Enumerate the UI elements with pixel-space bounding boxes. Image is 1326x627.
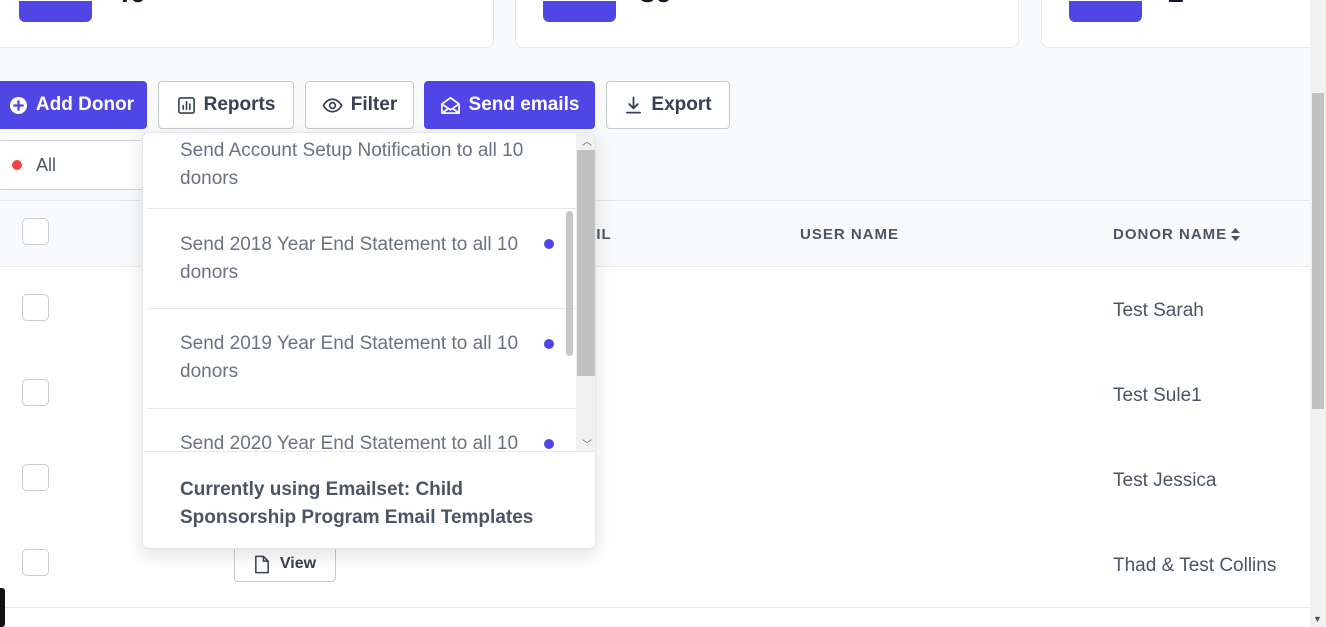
inner-scroll-indicator[interactable] bbox=[566, 211, 573, 356]
email-option[interactable]: Send Account Setup Notification to all 1… bbox=[147, 133, 576, 209]
reports-button[interactable]: Reports bbox=[158, 81, 294, 129]
row-checkbox[interactable] bbox=[22, 294, 49, 321]
email-option-label: Send 2018 Year End Statement to all 10 d… bbox=[180, 234, 519, 283]
send-emails-button[interactable]: Send emails bbox=[424, 81, 595, 129]
download-icon bbox=[626, 96, 642, 114]
filter-button[interactable]: Filter bbox=[305, 81, 414, 129]
view-label: View bbox=[279, 555, 317, 572]
side-tab[interactable] bbox=[0, 588, 5, 627]
email-option[interactable]: Send 2020 Year End Statement to all 10 d… bbox=[147, 409, 576, 451]
add-donor-label: Add Donor bbox=[35, 94, 135, 115]
email-option[interactable]: Send 2019 Year End Statement to all 10 d… bbox=[147, 309, 576, 409]
row-checkbox[interactable] bbox=[22, 464, 49, 491]
status-filter-select[interactable]: All bbox=[0, 140, 158, 190]
donor-name-cell: Thad & Test Collins bbox=[1113, 555, 1277, 576]
stat-card-inactive: 1 bbox=[1041, 0, 1326, 48]
stat-value: 39 bbox=[639, 0, 672, 8]
donor-name-column-header[interactable]: DONOR NAME bbox=[1113, 226, 1241, 243]
status-dot bbox=[12, 160, 22, 170]
eye-icon bbox=[322, 97, 343, 113]
stat-card-active: 39 bbox=[515, 0, 1019, 48]
dropdown-scrollbar[interactable]: ︿ ﹀ bbox=[576, 133, 595, 451]
export-button[interactable]: Export bbox=[606, 81, 730, 129]
page-scrollbar[interactable]: ▼ bbox=[1310, 0, 1326, 627]
bar-chart-icon bbox=[177, 96, 195, 114]
document-icon bbox=[254, 555, 269, 573]
send-emails-label: Send emails bbox=[468, 94, 580, 115]
emailset-info: Currently using Emailset: Child Sponsors… bbox=[143, 451, 595, 548]
donor-name-cell: Test Sarah bbox=[1113, 300, 1204, 321]
donor-name-header-label: DONOR NAME bbox=[1113, 226, 1228, 243]
email-option-label: Send Account Setup Notification to all 1… bbox=[180, 140, 524, 189]
envelope-open-icon bbox=[440, 96, 460, 114]
stat-value: 40 bbox=[113, 0, 146, 8]
email-option-label: Send 2019 Year End Statement to all 10 d… bbox=[180, 333, 519, 382]
reports-label: Reports bbox=[203, 94, 276, 115]
status-dot bbox=[544, 339, 554, 349]
donor-name-cell: Test Jessica bbox=[1113, 470, 1217, 491]
page-scrollbar-thumb[interactable] bbox=[1312, 93, 1324, 409]
scroll-down-arrow-icon[interactable]: ▼ bbox=[1313, 614, 1322, 624]
export-label: Export bbox=[651, 94, 712, 115]
filter-label: Filter bbox=[350, 94, 398, 115]
email-option-label: Send 2020 Year End Statement to all 10 d… bbox=[180, 433, 519, 451]
add-donor-button[interactable]: Add Donor bbox=[0, 81, 147, 129]
stat-card-total: 40 bbox=[0, 0, 494, 48]
email-options-list[interactable]: Send Account Setup Notification to all 1… bbox=[143, 133, 576, 451]
stat-icon bbox=[543, 1, 616, 22]
user-name-column-header: USER NAME bbox=[800, 226, 900, 243]
sort-icon bbox=[1231, 228, 1241, 241]
scroll-up-arrow-icon[interactable]: ︿ bbox=[582, 133, 592, 148]
dropdown-scrollbar-thumb[interactable] bbox=[577, 150, 595, 376]
row-checkbox[interactable] bbox=[22, 549, 49, 576]
send-emails-dropdown: Send Account Setup Notification to all 1… bbox=[142, 132, 596, 549]
status-dot bbox=[544, 239, 554, 249]
select-all-checkbox[interactable] bbox=[22, 218, 49, 245]
status-filter-label: All bbox=[36, 154, 57, 175]
donor-name-cell: Test Sule1 bbox=[1113, 385, 1202, 406]
row-checkbox[interactable] bbox=[22, 379, 49, 406]
email-option[interactable]: Send 2018 Year End Statement to all 10 d… bbox=[147, 209, 576, 309]
stat-icon bbox=[19, 1, 92, 22]
scroll-down-arrow-icon[interactable]: ﹀ bbox=[582, 436, 592, 451]
plus-circle-icon bbox=[9, 96, 27, 114]
view-button[interactable]: View bbox=[234, 546, 336, 582]
status-dot bbox=[544, 439, 554, 449]
stat-icon bbox=[1069, 1, 1142, 22]
stat-value: 1 bbox=[1167, 0, 1184, 8]
